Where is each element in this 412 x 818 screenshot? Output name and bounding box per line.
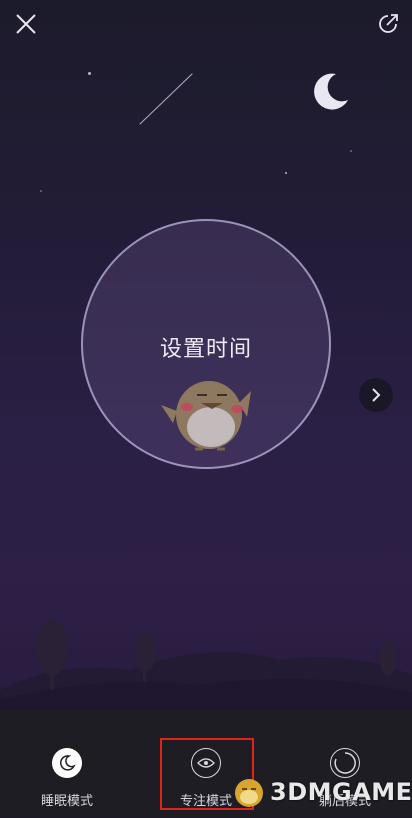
next-button[interactable] [359,378,393,412]
set-time-label: 设置时间 [159,337,252,362]
tab-sleep-mode[interactable]: 睡眠模式 [12,748,122,818]
mascot-bird-icon [161,381,251,451]
watermark: 3DMGAME [232,772,412,812]
star-decoration [88,72,91,75]
shooting-star-icon [139,73,193,125]
set-time-dial[interactable]: 设置时间 [81,219,331,469]
moon-icon [52,748,82,778]
star-decoration [40,190,42,192]
watermark-text: 3DMGAME [270,778,412,806]
share-icon [379,14,398,33]
tab-sleep-mode-label: 睡眠模式 [40,794,93,809]
star-decoration [350,150,352,152]
close-button[interactable] [8,6,44,42]
hills-trees-decoration [0,620,412,710]
moon-decoration-icon [314,73,348,110]
watermark-mascot-icon [235,779,263,807]
close-icon [16,14,36,34]
share-button[interactable] [370,6,406,42]
night-sky-scene: 设置时间 [0,0,412,710]
chevron-right-icon [372,388,381,402]
star-decoration [285,172,287,174]
